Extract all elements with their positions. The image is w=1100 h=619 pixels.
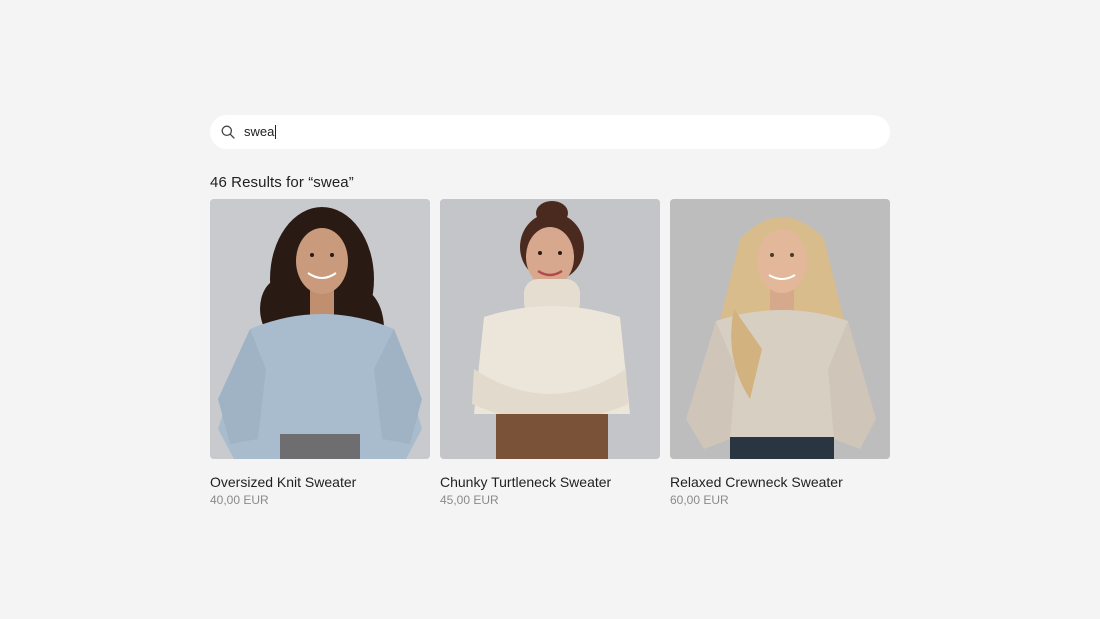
text-cursor <box>275 125 276 139</box>
product-card[interactable]: Chunky Turtleneck Sweater 45,00 EUR <box>440 199 660 507</box>
product-card[interactable]: Oversized Knit Sweater 40,00 EUR <box>210 199 430 507</box>
product-price: 60,00 EUR <box>670 493 729 507</box>
search-input[interactable] <box>244 122 844 142</box>
product-name[interactable]: Chunky Turtleneck Sweater <box>440 474 660 490</box>
product-name[interactable]: Relaxed Crewneck Sweater <box>670 474 890 490</box>
product-card[interactable]: Relaxed Crewneck Sweater 60,00 EUR <box>670 199 890 507</box>
product-image[interactable] <box>440 199 660 459</box>
product-price: 40,00 EUR <box>210 493 269 507</box>
model-in-light-blue-sweater-image <box>210 199 430 459</box>
model-in-beige-crewneck-image <box>670 199 890 459</box>
product-name[interactable]: Oversized Knit Sweater <box>210 474 430 490</box>
model-in-cream-turtleneck-image <box>440 199 660 459</box>
product-image[interactable] <box>670 199 890 459</box>
results-heading: 46 Results for “swea” <box>210 174 354 191</box>
search-results-page: 46 Results for “swea” <box>210 115 890 507</box>
product-image[interactable] <box>210 199 430 459</box>
product-grid: Oversized Knit Sweater 40,00 EUR Chunky … <box>210 199 890 507</box>
search-bar[interactable] <box>210 115 890 149</box>
product-price: 45,00 EUR <box>440 493 499 507</box>
search-icon[interactable] <box>221 125 235 139</box>
